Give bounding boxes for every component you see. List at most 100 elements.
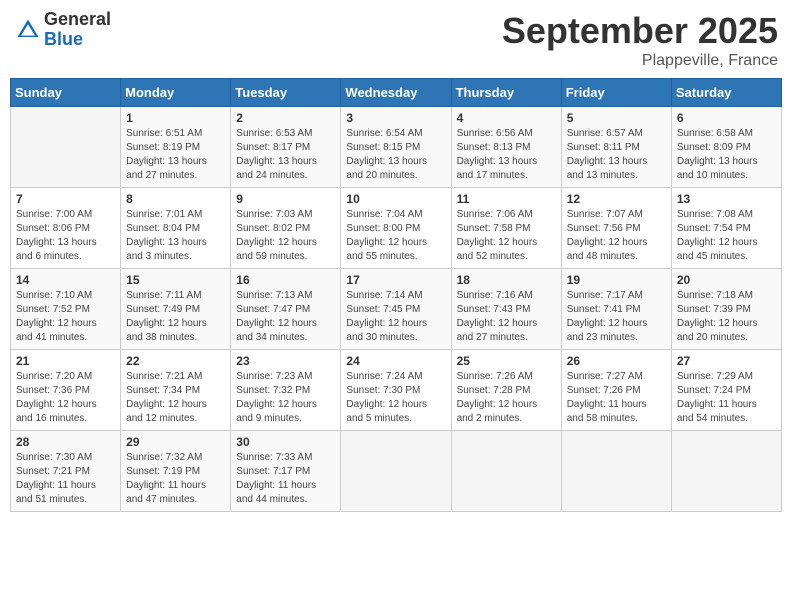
day-number: 7 (16, 192, 115, 206)
day-info: Sunrise: 6:53 AM Sunset: 8:17 PM Dayligh… (236, 127, 335, 183)
logo-icon (14, 16, 42, 44)
calendar-cell: 8 Sunrise: 7:01 AM Sunset: 8:04 PM Daylig… (121, 188, 231, 269)
day-number: 12 (567, 192, 666, 206)
calendar-cell: 2 Sunrise: 6:53 AM Sunset: 8:17 PM Daylig… (231, 107, 341, 188)
day-info: Sunrise: 7:14 AM Sunset: 7:45 PM Dayligh… (346, 289, 445, 345)
day-number: 3 (346, 111, 445, 125)
calendar-cell: 19Sunrise: 7:17 AM Sunset: 7:41 PM Dayli… (561, 269, 671, 350)
calendar-cell: 20Sunrise: 7:18 AM Sunset: 7:39 PM Dayli… (671, 269, 781, 350)
calendar-cell: 24 Sunrise: 7:24 AM Sunset: 7:30 PM Dayli… (341, 350, 451, 431)
calendar-cell: 4 Sunrise: 6:56 AM Sunset: 8:13 PM Daylig… (451, 107, 561, 188)
day-info: Sunrise: 7:29 AM Sunset: 7:24 PM Dayligh… (677, 370, 776, 426)
page-title: September 2025 (502, 10, 778, 52)
day-info: Sunrise: 7:01 AM Sunset: 8:04 PM Dayligh… (126, 208, 225, 264)
calendar-cell: 10 Sunrise: 7:04 AM Sunset: 8:00 PM Dayli… (341, 188, 451, 269)
weekday-header: Tuesday (231, 79, 341, 107)
day-info: Sunrise: 7:33 AM Sunset: 7:17 PM Dayligh… (236, 451, 335, 507)
day-info: Sunrise: 7:16 AM Sunset: 7:43 PM Dayligh… (457, 289, 556, 345)
weekday-header: Friday (561, 79, 671, 107)
weekday-header: Saturday (671, 79, 781, 107)
day-number: 21 (16, 354, 115, 368)
day-number: 1 (126, 111, 225, 125)
calendar-cell: 7 Sunrise: 7:00 AM Sunset: 8:06 PM Daylig… (11, 188, 121, 269)
calendar-cell: 17 Sunrise: 7:14 AM Sunset: 7:45 PM Dayli… (341, 269, 451, 350)
day-info: Sunrise: 7:10 AM Sunset: 7:52 PM Dayligh… (16, 289, 115, 345)
calendar-cell: 22Sunrise: 7:21 AM Sunset: 7:34 PM Dayli… (121, 350, 231, 431)
calendar-header-row: SundayMondayTuesdayWednesdayThursdayFrid… (11, 79, 782, 107)
calendar-cell: 13 Sunrise: 7:08 AM Sunset: 7:54 PM Dayli… (671, 188, 781, 269)
day-info: Sunrise: 7:26 AM Sunset: 7:28 PM Dayligh… (457, 370, 556, 426)
day-number: 10 (346, 192, 445, 206)
calendar-table: SundayMondayTuesdayWednesdayThursdayFrid… (10, 78, 782, 512)
calendar-cell (341, 431, 451, 512)
weekday-header: Monday (121, 79, 231, 107)
day-number: 4 (457, 111, 556, 125)
day-info: Sunrise: 7:04 AM Sunset: 8:00 PM Dayligh… (346, 208, 445, 264)
day-number: 27 (677, 354, 776, 368)
calendar-cell: 28 Sunrise: 7:30 AM Sunset: 7:21 PM Dayli… (11, 431, 121, 512)
day-number: 8 (126, 192, 225, 206)
calendar-week-row: 28 Sunrise: 7:30 AM Sunset: 7:21 PM Dayli… (11, 431, 782, 512)
calendar-cell: 1 Sunrise: 6:51 AM Sunset: 8:19 PM Daylig… (121, 107, 231, 188)
day-number: 23 (236, 354, 335, 368)
day-number: 14 (16, 273, 115, 287)
calendar-cell: 15 Sunrise: 7:11 AM Sunset: 7:49 PM Dayli… (121, 269, 231, 350)
day-info: Sunrise: 6:56 AM Sunset: 8:13 PM Dayligh… (457, 127, 556, 183)
day-number: 6 (677, 111, 776, 125)
logo: General Blue (14, 10, 111, 50)
day-info: Sunrise: 7:23 AM Sunset: 7:32 PM Dayligh… (236, 370, 335, 426)
calendar-week-row: 7 Sunrise: 7:00 AM Sunset: 8:06 PM Daylig… (11, 188, 782, 269)
day-number: 18 (457, 273, 556, 287)
calendar-cell (671, 431, 781, 512)
calendar-cell: 14 Sunrise: 7:10 AM Sunset: 7:52 PM Dayli… (11, 269, 121, 350)
calendar-cell: 21Sunrise: 7:20 AM Sunset: 7:36 PM Dayli… (11, 350, 121, 431)
logo-text: General Blue (44, 10, 111, 50)
title-block: September 2025 Plappeville, France (502, 10, 778, 70)
day-info: Sunrise: 7:03 AM Sunset: 8:02 PM Dayligh… (236, 208, 335, 264)
day-info: Sunrise: 7:07 AM Sunset: 7:56 PM Dayligh… (567, 208, 666, 264)
day-info: Sunrise: 6:57 AM Sunset: 8:11 PM Dayligh… (567, 127, 666, 183)
day-info: Sunrise: 7:27 AM Sunset: 7:26 PM Dayligh… (567, 370, 666, 426)
calendar-cell: 9 Sunrise: 7:03 AM Sunset: 8:02 PM Daylig… (231, 188, 341, 269)
day-info: Sunrise: 7:24 AM Sunset: 7:30 PM Dayligh… (346, 370, 445, 426)
calendar-week-row: 14 Sunrise: 7:10 AM Sunset: 7:52 PM Dayli… (11, 269, 782, 350)
calendar-cell: 26 Sunrise: 7:27 AM Sunset: 7:26 PM Dayli… (561, 350, 671, 431)
calendar-week-row: 1 Sunrise: 6:51 AM Sunset: 8:19 PM Daylig… (11, 107, 782, 188)
day-number: 13 (677, 192, 776, 206)
day-info: Sunrise: 7:00 AM Sunset: 8:06 PM Dayligh… (16, 208, 115, 264)
day-number: 16 (236, 273, 335, 287)
day-number: 9 (236, 192, 335, 206)
logo-general: General (44, 10, 111, 30)
day-info: Sunrise: 6:54 AM Sunset: 8:15 PM Dayligh… (346, 127, 445, 183)
day-info: Sunrise: 7:11 AM Sunset: 7:49 PM Dayligh… (126, 289, 225, 345)
calendar-cell: 23 Sunrise: 7:23 AM Sunset: 7:32 PM Dayli… (231, 350, 341, 431)
day-number: 28 (16, 435, 115, 449)
day-number: 29 (126, 435, 225, 449)
calendar-cell: 27 Sunrise: 7:29 AM Sunset: 7:24 PM Dayli… (671, 350, 781, 431)
calendar-cell: 5 Sunrise: 6:57 AM Sunset: 8:11 PM Daylig… (561, 107, 671, 188)
day-info: Sunrise: 7:17 AM Sunset: 7:41 PM Dayligh… (567, 289, 666, 345)
calendar-cell: 25 Sunrise: 7:26 AM Sunset: 7:28 PM Dayli… (451, 350, 561, 431)
calendar-cell: 18 Sunrise: 7:16 AM Sunset: 7:43 PM Dayli… (451, 269, 561, 350)
day-number: 26 (567, 354, 666, 368)
day-info: Sunrise: 6:58 AM Sunset: 8:09 PM Dayligh… (677, 127, 776, 183)
day-number: 2 (236, 111, 335, 125)
weekday-header: Wednesday (341, 79, 451, 107)
day-info: Sunrise: 7:06 AM Sunset: 7:58 PM Dayligh… (457, 208, 556, 264)
day-info: Sunrise: 6:51 AM Sunset: 8:19 PM Dayligh… (126, 127, 225, 183)
day-number: 11 (457, 192, 556, 206)
day-number: 15 (126, 273, 225, 287)
day-info: Sunrise: 7:32 AM Sunset: 7:19 PM Dayligh… (126, 451, 225, 507)
day-number: 17 (346, 273, 445, 287)
day-number: 5 (567, 111, 666, 125)
page-header: General Blue September 2025 Plappeville,… (10, 10, 782, 70)
page-location: Plappeville, France (502, 52, 778, 70)
weekday-header: Thursday (451, 79, 561, 107)
day-info: Sunrise: 7:30 AM Sunset: 7:21 PM Dayligh… (16, 451, 115, 507)
weekday-header: Sunday (11, 79, 121, 107)
day-info: Sunrise: 7:08 AM Sunset: 7:54 PM Dayligh… (677, 208, 776, 264)
calendar-cell: 11 Sunrise: 7:06 AM Sunset: 7:58 PM Dayli… (451, 188, 561, 269)
day-number: 24 (346, 354, 445, 368)
calendar-cell (451, 431, 561, 512)
day-number: 25 (457, 354, 556, 368)
